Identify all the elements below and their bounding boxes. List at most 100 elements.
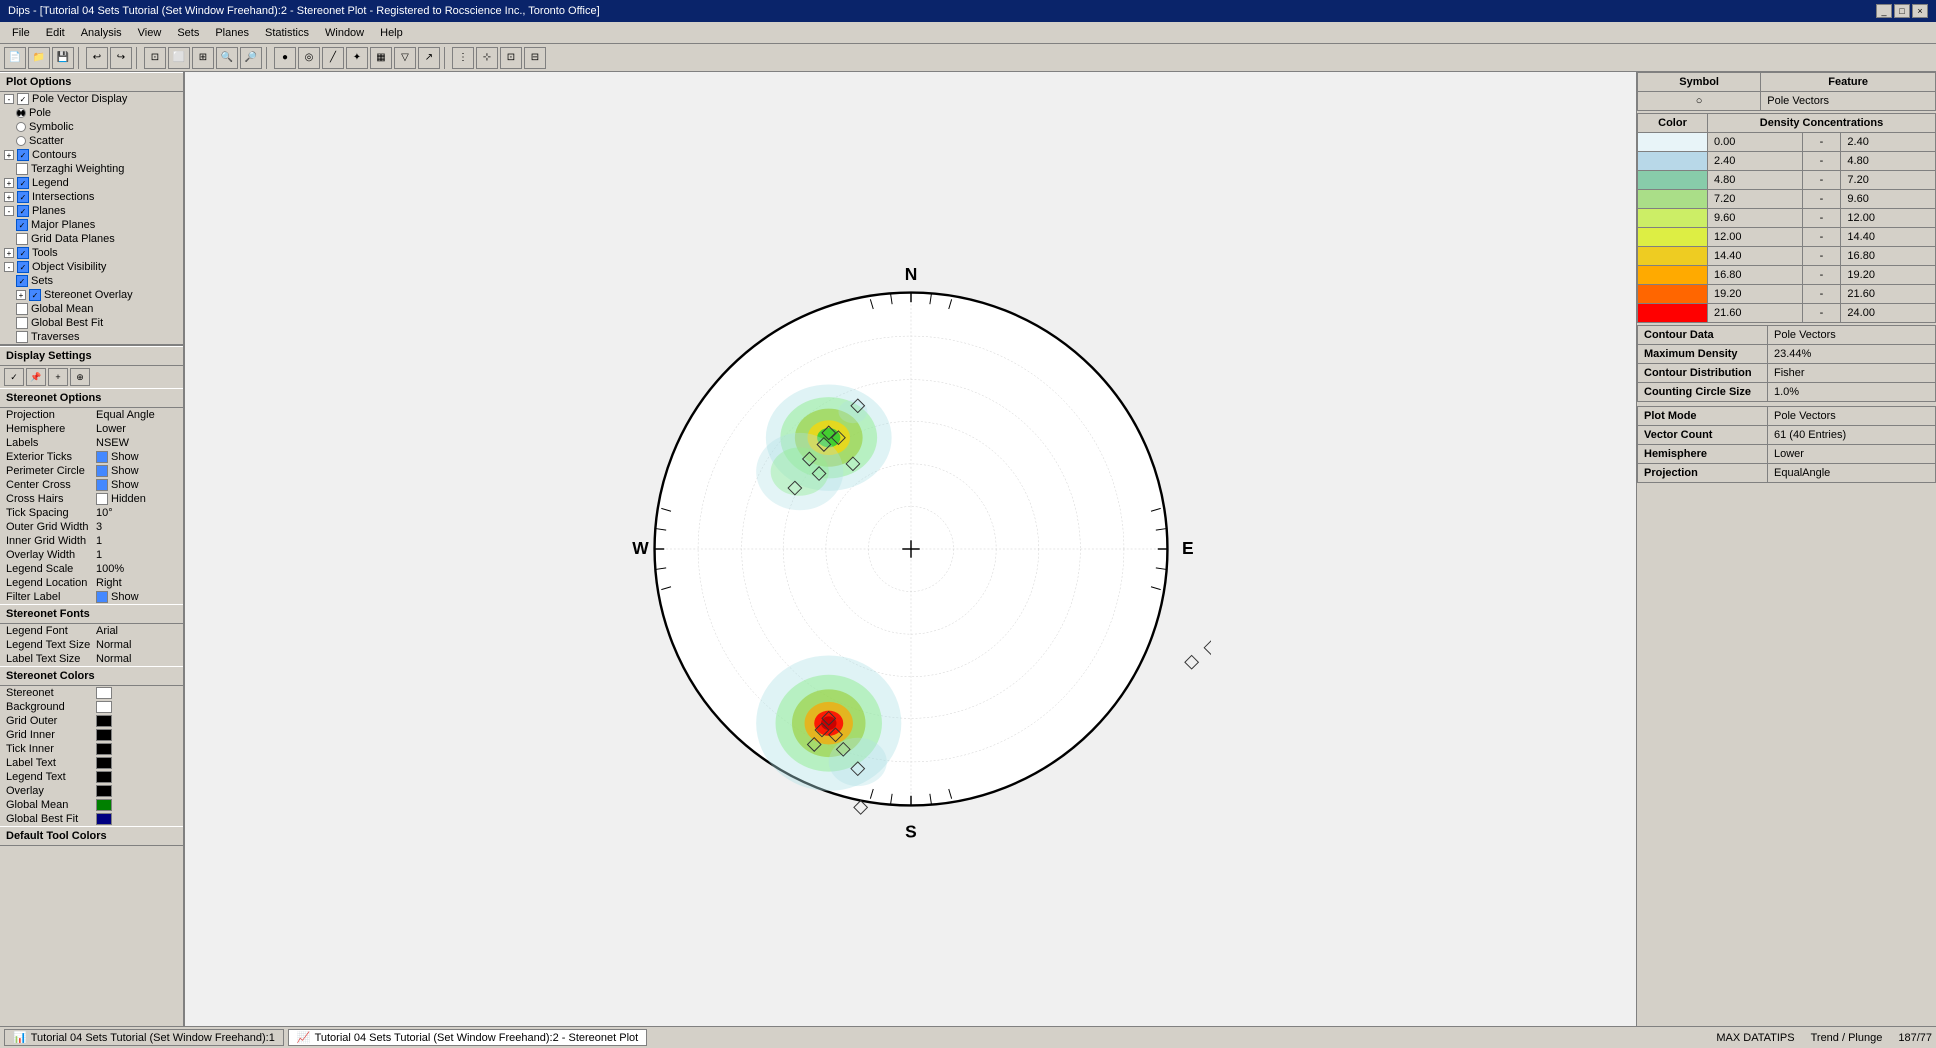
zoom-window-button[interactable]: ⬜ [168, 47, 190, 69]
planes-item[interactable]: - Planes [0, 204, 183, 218]
new-button[interactable]: 📄 [4, 47, 26, 69]
expand-stereonet-overlay[interactable]: + [16, 290, 26, 300]
major-planes-item[interactable]: Major Planes [12, 218, 183, 232]
status-tab-1[interactable]: 📊 Tutorial 04 Sets Tutorial (Set Window … [4, 1029, 284, 1046]
contours-checkbox[interactable] [17, 149, 29, 161]
legend-item[interactable]: + Legend [0, 176, 183, 190]
menu-file[interactable]: File [4, 25, 38, 41]
minimize-button[interactable]: _ [1876, 4, 1892, 18]
tick-inner-color-swatch[interactable] [96, 743, 112, 755]
pole-vector-checkbox[interactable] [17, 93, 29, 105]
overlay-color-swatch[interactable] [96, 785, 112, 797]
save-button[interactable]: 💾 [52, 47, 74, 69]
object-visibility-item[interactable]: - Object Visibility [0, 260, 183, 274]
stereonet-color-swatch[interactable] [96, 687, 112, 699]
global-mean-color-swatch[interactable] [96, 799, 112, 811]
density-color-cell [1638, 266, 1708, 285]
expand-intersections[interactable]: + [4, 192, 14, 202]
planes-button[interactable]: ╱ [322, 47, 344, 69]
object-visibility-checkbox[interactable] [17, 261, 29, 273]
ds-copy-btn[interactable]: ⊕ [70, 368, 90, 386]
symbolic-radio[interactable] [16, 122, 26, 132]
background-color-swatch[interactable] [96, 701, 112, 713]
grid-inner-color-swatch[interactable] [96, 729, 112, 741]
legend-text-color-swatch[interactable] [96, 771, 112, 783]
pole-vector-display-item[interactable]: - Pole Vector Display [0, 92, 183, 106]
sets-item[interactable]: Sets [12, 274, 183, 288]
zoom-fit-button[interactable]: ⊞ [192, 47, 214, 69]
expand-tools[interactable]: + [4, 248, 14, 258]
menu-analysis[interactable]: Analysis [73, 25, 130, 41]
ds-pin-btn[interactable]: 📌 [26, 368, 46, 386]
tool4-button[interactable]: ⊟ [524, 47, 546, 69]
rosette-button[interactable]: ✦ [346, 47, 368, 69]
cross-hairs-checkbox[interactable] [96, 493, 108, 505]
expand-pole-vector[interactable]: - [4, 94, 14, 104]
tools-checkbox[interactable] [17, 247, 29, 259]
expand-planes[interactable]: - [4, 206, 14, 216]
tool3-button[interactable]: ⊡ [500, 47, 522, 69]
exterior-ticks-checkbox[interactable] [96, 451, 108, 463]
zoom-out-button[interactable]: 🔎 [240, 47, 262, 69]
tools-label: Tools [32, 247, 58, 259]
sets-checkbox[interactable] [16, 275, 28, 287]
contour-button[interactable]: ◎ [298, 47, 320, 69]
menu-help[interactable]: Help [372, 25, 411, 41]
menu-edit[interactable]: Edit [38, 25, 73, 41]
tools-item[interactable]: + Tools [0, 246, 183, 260]
global-mean-item[interactable]: Global Mean [12, 302, 183, 316]
zoom-in-button[interactable]: 🔍 [216, 47, 238, 69]
intersections-item[interactable]: + Intersections [0, 190, 183, 204]
ds-check-btn[interactable]: ✓ [4, 368, 24, 386]
perimeter-circle-checkbox[interactable] [96, 465, 108, 477]
grid-data-planes-checkbox[interactable] [16, 233, 28, 245]
symbolic-item[interactable]: Symbolic [12, 120, 183, 134]
expand-contours[interactable]: + [4, 150, 14, 160]
legend-checkbox[interactable] [17, 177, 29, 189]
major-planes-checkbox[interactable] [16, 219, 28, 231]
label-text-color-swatch[interactable] [96, 757, 112, 769]
traverses-item[interactable]: Traverses [12, 330, 183, 344]
stereonet-overlay-checkbox[interactable] [29, 289, 41, 301]
menu-sets[interactable]: Sets [169, 25, 207, 41]
global-mean-checkbox[interactable] [16, 303, 28, 315]
stereonet-overlay-item[interactable]: + Stereonet Overlay [12, 288, 183, 302]
menu-view[interactable]: View [130, 25, 170, 41]
maximize-button[interactable]: □ [1894, 4, 1910, 18]
global-best-fit-checkbox[interactable] [16, 317, 28, 329]
select-button[interactable]: ⊡ [144, 47, 166, 69]
tool2-button[interactable]: ⊹ [476, 47, 498, 69]
grid-outer-color-swatch[interactable] [96, 715, 112, 727]
global-best-fit-item[interactable]: Global Best Fit [12, 316, 183, 330]
planes-checkbox[interactable] [17, 205, 29, 217]
pole-radio[interactable] [16, 108, 26, 118]
filter-button[interactable]: ▽ [394, 47, 416, 69]
menu-statistics[interactable]: Statistics [257, 25, 317, 41]
grid-data-planes-item[interactable]: Grid Data Planes [12, 232, 183, 246]
undo-button[interactable]: ↩ [86, 47, 108, 69]
pole-item[interactable]: Pole [12, 106, 183, 120]
filter-label-checkbox[interactable] [96, 591, 108, 603]
scatter-radio[interactable] [16, 136, 26, 146]
terzaghi-checkbox[interactable] [16, 163, 28, 175]
expand-object-visibility[interactable]: - [4, 262, 14, 272]
tool1-button[interactable]: ⋮ [452, 47, 474, 69]
center-cross-checkbox[interactable] [96, 479, 108, 491]
histogram-button[interactable]: ▦ [370, 47, 392, 69]
menu-planes[interactable]: Planes [207, 25, 257, 41]
close-button[interactable]: × [1912, 4, 1928, 18]
scatter-item[interactable]: Scatter [12, 134, 183, 148]
global-best-fit-color-swatch[interactable] [96, 813, 112, 825]
export-button[interactable]: ↗ [418, 47, 440, 69]
intersections-checkbox[interactable] [17, 191, 29, 203]
expand-legend[interactable]: + [4, 178, 14, 188]
terzaghi-item[interactable]: Terzaghi Weighting [12, 162, 183, 176]
status-tab-2[interactable]: 📈 Tutorial 04 Sets Tutorial (Set Window … [288, 1029, 647, 1046]
plot-button[interactable]: ● [274, 47, 296, 69]
contours-item[interactable]: + Contours [0, 148, 183, 162]
menu-window[interactable]: Window [317, 25, 372, 41]
traverses-checkbox[interactable] [16, 331, 28, 343]
redo-button[interactable]: ↪ [110, 47, 132, 69]
ds-new-btn[interactable]: + [48, 368, 68, 386]
open-button[interactable]: 📁 [28, 47, 50, 69]
